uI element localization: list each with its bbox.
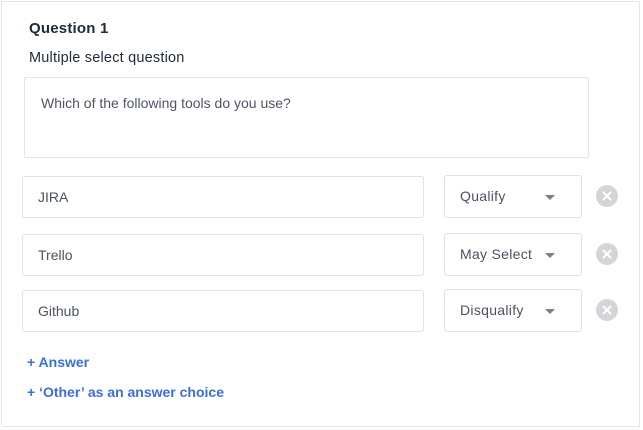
answer-input[interactable]: JIRA [22, 176, 424, 218]
answer-row: Github Disqualify [0, 289, 643, 334]
answer-rule-value: May Select [460, 246, 533, 262]
answer-row: Trello May Select [0, 233, 643, 278]
chevron-down-icon [545, 253, 555, 258]
add-answer-link[interactable]: + Answer [27, 354, 89, 370]
answer-input[interactable]: Trello [22, 234, 424, 276]
question-text-input[interactable]: Which of the following tools do you use? [24, 77, 589, 158]
question-title: Question 1 [29, 20, 109, 37]
answer-rule-select[interactable]: Disqualify [444, 289, 582, 332]
close-circle-icon[interactable] [596, 243, 618, 265]
add-other-choice-link[interactable]: + ‘Other’ as an answer choice [27, 384, 224, 400]
close-circle-icon[interactable] [596, 185, 618, 207]
question-type-label: Multiple select question [29, 50, 185, 66]
answer-rule-value: Qualify [460, 188, 506, 204]
close-circle-icon[interactable] [596, 299, 618, 321]
answer-input[interactable]: Github [22, 290, 424, 332]
answer-rule-select[interactable]: Qualify [444, 175, 582, 218]
chevron-down-icon [545, 195, 555, 200]
answer-row: JIRA Qualify [0, 175, 643, 220]
answer-rule-select[interactable]: May Select [444, 233, 582, 276]
chevron-down-icon [545, 309, 555, 314]
answer-rule-value: Disqualify [460, 302, 524, 318]
